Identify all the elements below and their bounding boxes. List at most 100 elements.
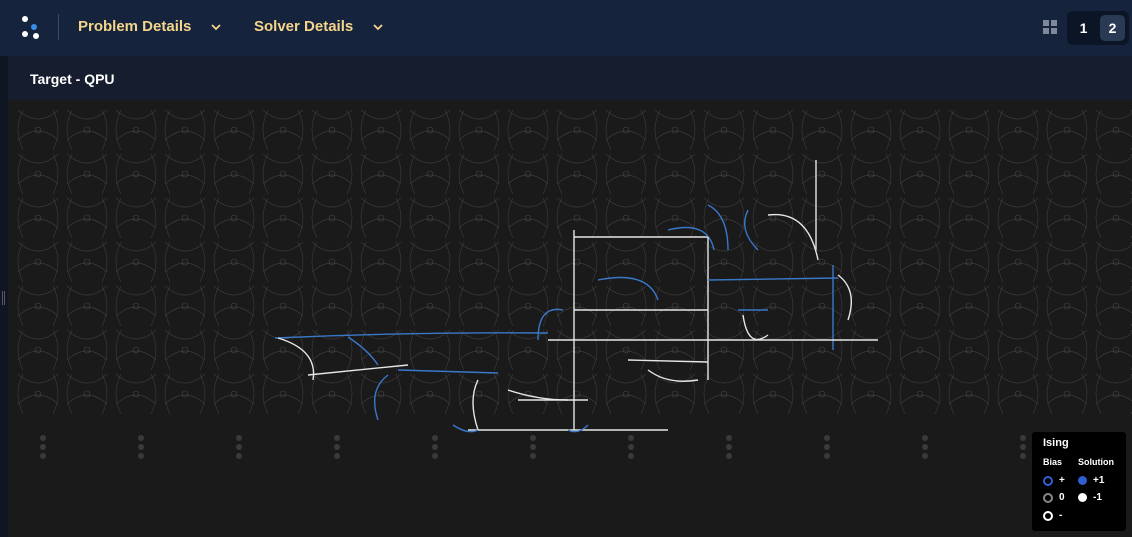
- qubit-node: [426, 302, 434, 310]
- qubit-node: [1063, 390, 1071, 398]
- lattice-cell: [556, 241, 598, 283]
- lattice-cell: [997, 329, 1039, 371]
- qubit-node: [181, 214, 189, 222]
- lattice-cell: [997, 197, 1039, 239]
- qpu-topology-graph[interactable]: [8, 100, 1132, 537]
- lattice-cell: [850, 285, 892, 327]
- chevron-down-icon: [373, 23, 383, 30]
- lattice-cell: [507, 329, 549, 371]
- grid-layout-icon[interactable]: [1043, 20, 1057, 34]
- qubit-node: [83, 214, 91, 222]
- qubit-node: [230, 346, 238, 354]
- qubit-node: [1112, 302, 1120, 310]
- qubit-node: [328, 302, 336, 310]
- qubit-node: [432, 453, 438, 459]
- qubit-node: [671, 258, 679, 266]
- qubit-node: [1112, 346, 1120, 354]
- lattice-cell: [360, 241, 402, 283]
- qubit-node: [236, 435, 242, 441]
- qubit-node: [524, 346, 532, 354]
- problem-details-menu[interactable]: Problem Details: [78, 18, 223, 35]
- lattice-cell: [115, 329, 157, 371]
- lattice-cell: [311, 109, 353, 151]
- app-logo-icon[interactable]: [20, 14, 44, 42]
- qubit-node: [818, 258, 826, 266]
- legend-bias-header: Bias: [1043, 457, 1063, 467]
- header-divider: [58, 14, 59, 40]
- qubit-node: [426, 170, 434, 178]
- page-2-button[interactable]: 2: [1100, 15, 1125, 41]
- qubit-node: [769, 302, 777, 310]
- qubit-node: [671, 214, 679, 222]
- lattice-cell: [262, 197, 304, 239]
- lattice-cell: [556, 153, 598, 195]
- qubit-node: [34, 126, 42, 134]
- qubit-node: [628, 435, 634, 441]
- qubit-node: [1063, 126, 1071, 134]
- qubit-node: [867, 302, 875, 310]
- qubit-node: [279, 258, 287, 266]
- qubit-node: [279, 390, 287, 398]
- solution-edge-plus1: [627, 359, 709, 363]
- lattice-cell: [360, 109, 402, 151]
- qubit-node: [432, 444, 438, 450]
- qubit-node: [671, 126, 679, 134]
- qubit-node: [279, 170, 287, 178]
- qubit-node: [720, 390, 728, 398]
- qubit-node: [1063, 258, 1071, 266]
- solution-edge-minus1: [744, 209, 759, 251]
- qubit-node: [916, 258, 924, 266]
- qubit-node: [628, 444, 634, 450]
- qubit-node: [818, 302, 826, 310]
- solver-details-menu[interactable]: Solver Details: [254, 18, 385, 35]
- lattice-cell: [115, 241, 157, 283]
- lattice-cell: [1046, 329, 1088, 371]
- bias-zero-ring-icon: [1043, 492, 1053, 503]
- qubit-node: [230, 390, 238, 398]
- bias-zero-label: 0: [1059, 492, 1065, 503]
- qubit-node: [328, 346, 336, 354]
- lattice-cell: [66, 109, 108, 151]
- page-1-button[interactable]: 1: [1071, 15, 1096, 41]
- qubit-node: [622, 214, 630, 222]
- qubit-node: [769, 390, 777, 398]
- lattice-cell: [850, 373, 892, 415]
- bias-plus-label: +: [1059, 475, 1065, 486]
- lattice-cell: [997, 373, 1039, 415]
- solution-edge-plus1: [274, 332, 549, 339]
- qubit-node: [573, 214, 581, 222]
- qubit-node: [824, 435, 830, 441]
- qubit-node: [1014, 170, 1022, 178]
- qpu-graph-canvas[interactable]: [8, 100, 1132, 537]
- lattice-cell: [213, 285, 255, 327]
- lattice-cell: [262, 373, 304, 415]
- qubit-node: [622, 258, 630, 266]
- qubit-node: [138, 444, 144, 450]
- qubit-node: [328, 258, 336, 266]
- qubit-node: [230, 170, 238, 178]
- qubit-node: [530, 444, 536, 450]
- lattice-cell: [409, 373, 451, 415]
- lattice-cell: [703, 329, 745, 371]
- lattice-cell: [605, 329, 647, 371]
- qubit-node: [726, 453, 732, 459]
- qubit-node: [1063, 302, 1071, 310]
- resize-handle[interactable]: [2, 291, 5, 305]
- lattice-cell: [507, 109, 549, 151]
- qubit-node: [132, 170, 140, 178]
- lattice-cell: [605, 109, 647, 151]
- qubit-node: [818, 126, 826, 134]
- lattice-cell: [899, 197, 941, 239]
- lattice-cell: [164, 109, 206, 151]
- solution-edge-plus1: [707, 204, 729, 251]
- lattice-cell: [409, 329, 451, 371]
- legend-solution-minus1: -1: [1078, 492, 1102, 503]
- lattice-cell: [752, 285, 794, 327]
- lattice-cell: [66, 373, 108, 415]
- legend-title: Ising: [1043, 437, 1069, 449]
- qubit-node: [181, 346, 189, 354]
- qubit-node: [334, 435, 340, 441]
- lattice-cell: [262, 241, 304, 283]
- lattice-cell: [17, 153, 59, 195]
- lattice-cell: [66, 285, 108, 327]
